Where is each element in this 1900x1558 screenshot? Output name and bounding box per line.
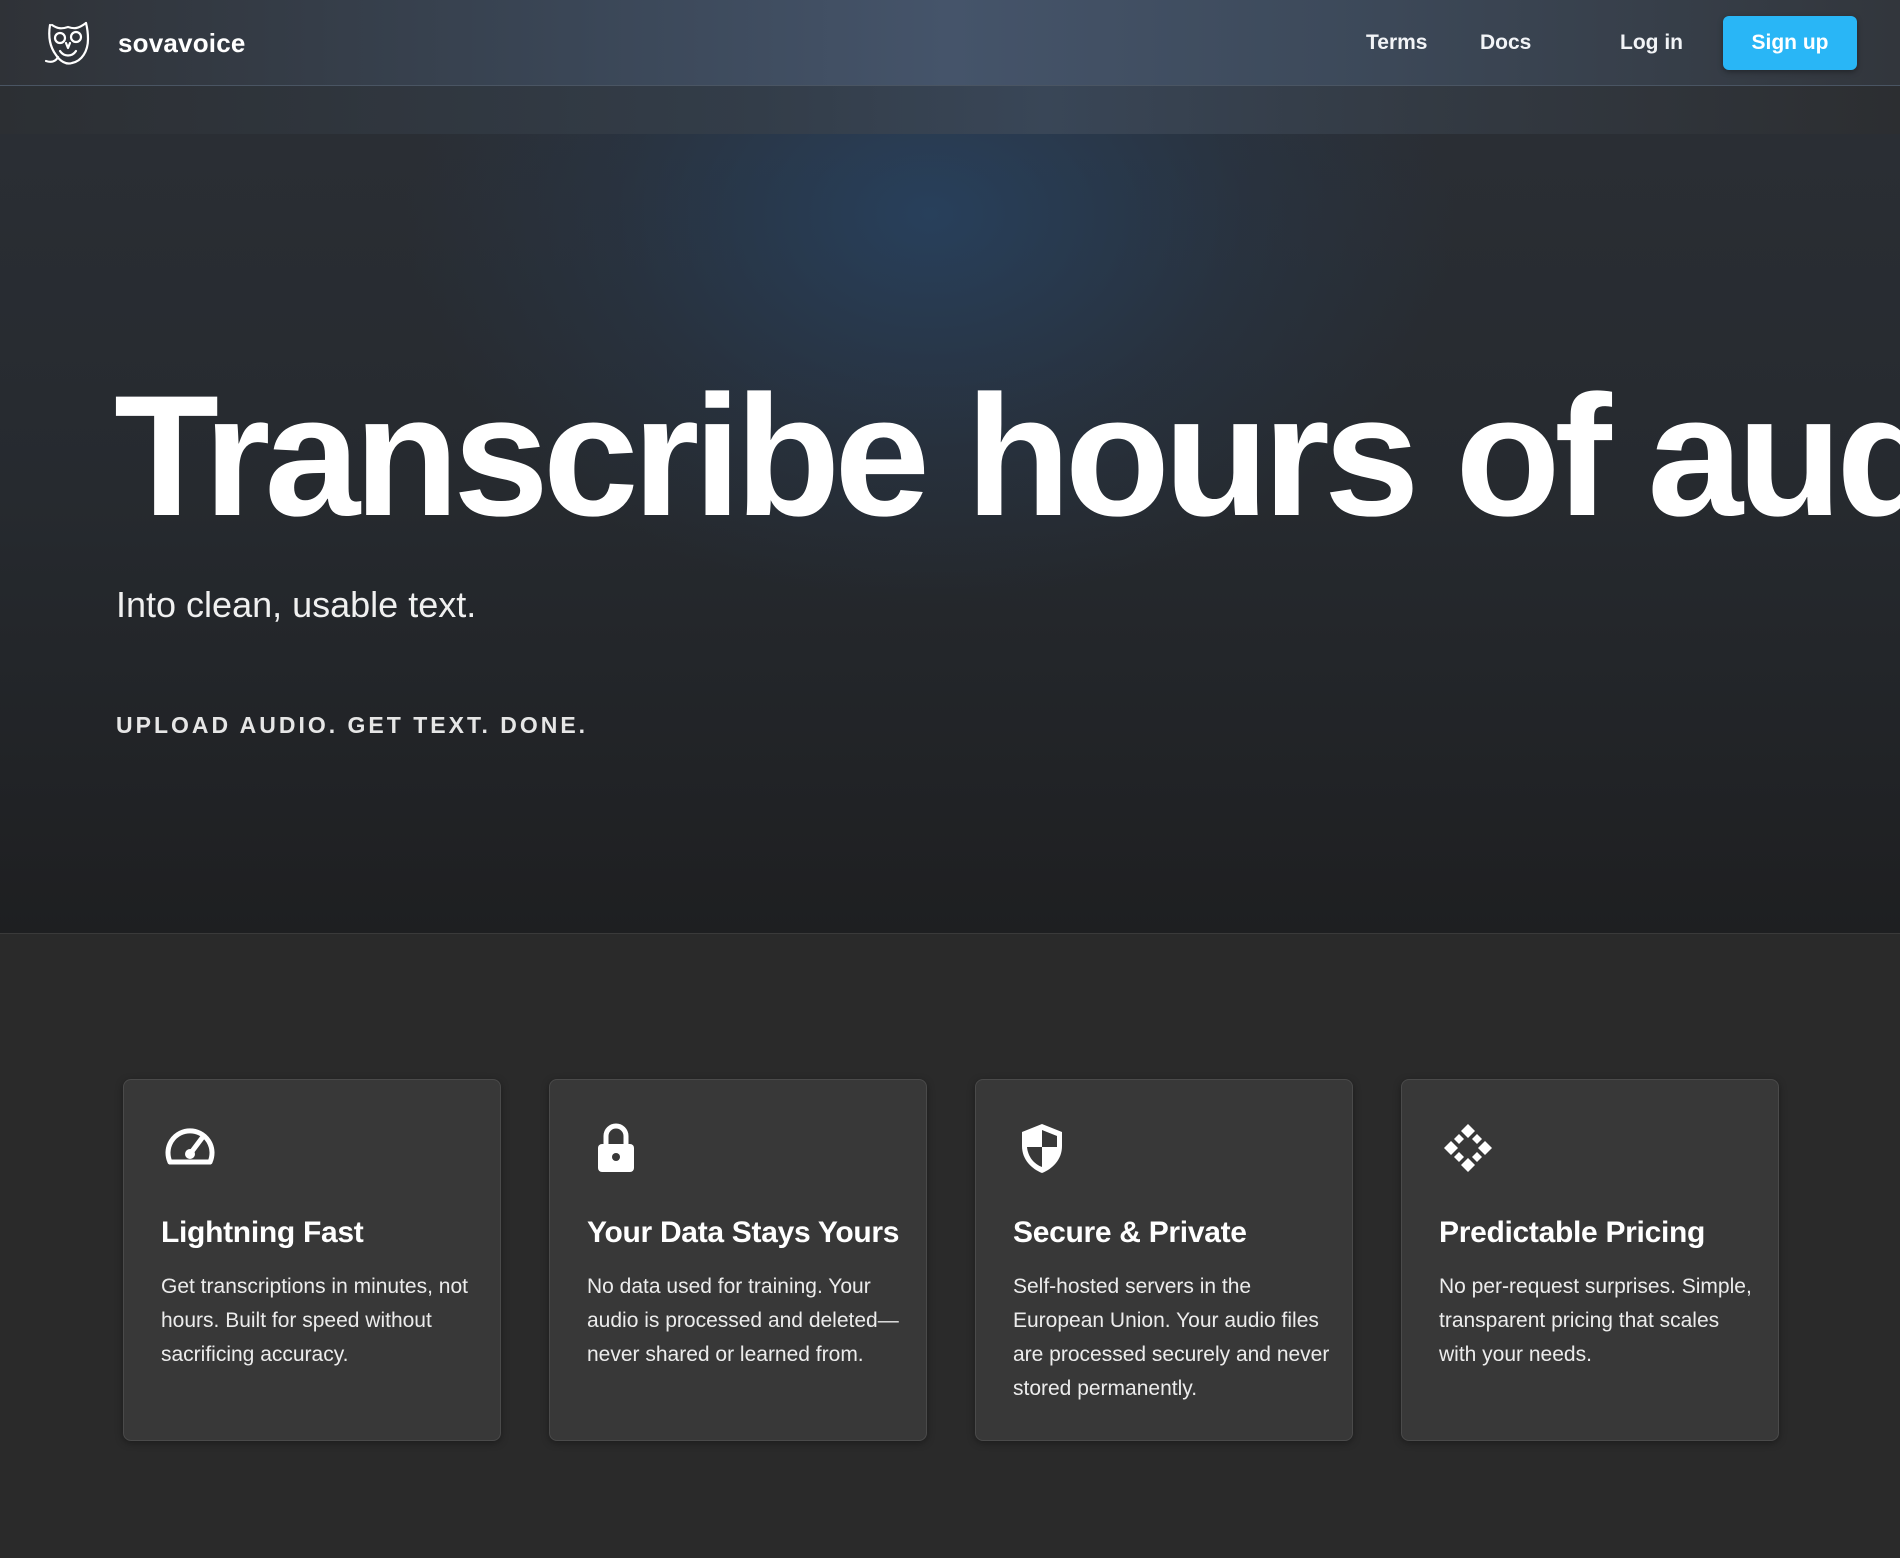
top-navigation-bar: sovavoice Terms Docs Log in Sign up <box>0 0 1900 86</box>
lock-icon <box>588 1120 644 1176</box>
shield-icon <box>1014 1120 1070 1176</box>
diamond-grid-icon <box>1440 1120 1496 1176</box>
nav-docs-link[interactable]: Docs <box>1480 31 1531 55</box>
signup-button[interactable]: Sign up <box>1723 16 1857 70</box>
feature-title: Lightning Fast <box>161 1216 364 1249</box>
feature-description: Self-hosted servers in the European Unio… <box>1013 1275 1330 1400</box>
feature-card-security: Secure & Private Self-hosted servers in … <box>975 1079 1353 1441</box>
landing-page: sovavoice Terms Docs Log in Sign up Tran… <box>0 0 1900 1558</box>
brand-name: sovavoice <box>118 27 246 58</box>
feature-title: Predictable Pricing <box>1439 1216 1706 1249</box>
feature-title: Secure & Private <box>1013 1216 1247 1249</box>
hero-subtitle: Into clean, usable text. <box>116 584 477 625</box>
login-link[interactable]: Log in <box>1620 31 1683 55</box>
feature-title: Your Data Stays Yours <box>587 1216 900 1249</box>
feature-description: No data used for training. Your audio is… <box>587 1275 899 1366</box>
hero-tagline: UPLOAD AUDIO. GET TEXT. DONE. <box>116 712 589 738</box>
feature-card-pricing: Predictable Pricing No per-request surpr… <box>1401 1079 1779 1441</box>
nav-terms-link[interactable]: Terms <box>1366 31 1427 55</box>
feature-description: Get transcriptions in minutes, not hours… <box>161 1275 468 1366</box>
features-section: Lightning Fast Get transcriptions in min… <box>0 934 1900 1558</box>
speedometer-icon <box>162 1120 218 1176</box>
feature-card-speed: Lightning Fast Get transcriptions in min… <box>123 1079 501 1441</box>
owl-logo-icon <box>44 21 90 65</box>
hero-section: Transcribe hours of audio Into clean, us… <box>0 134 1900 934</box>
hero-top-strip <box>0 86 1900 134</box>
feature-card-data: Your Data Stays Yours No data used for t… <box>549 1079 927 1441</box>
feature-description: No per-request surprises. Simple, transp… <box>1439 1275 1752 1366</box>
brand-home-link[interactable]: sovavoice <box>42 16 246 70</box>
hero-title: Transcribe hours of audio <box>114 360 1900 552</box>
